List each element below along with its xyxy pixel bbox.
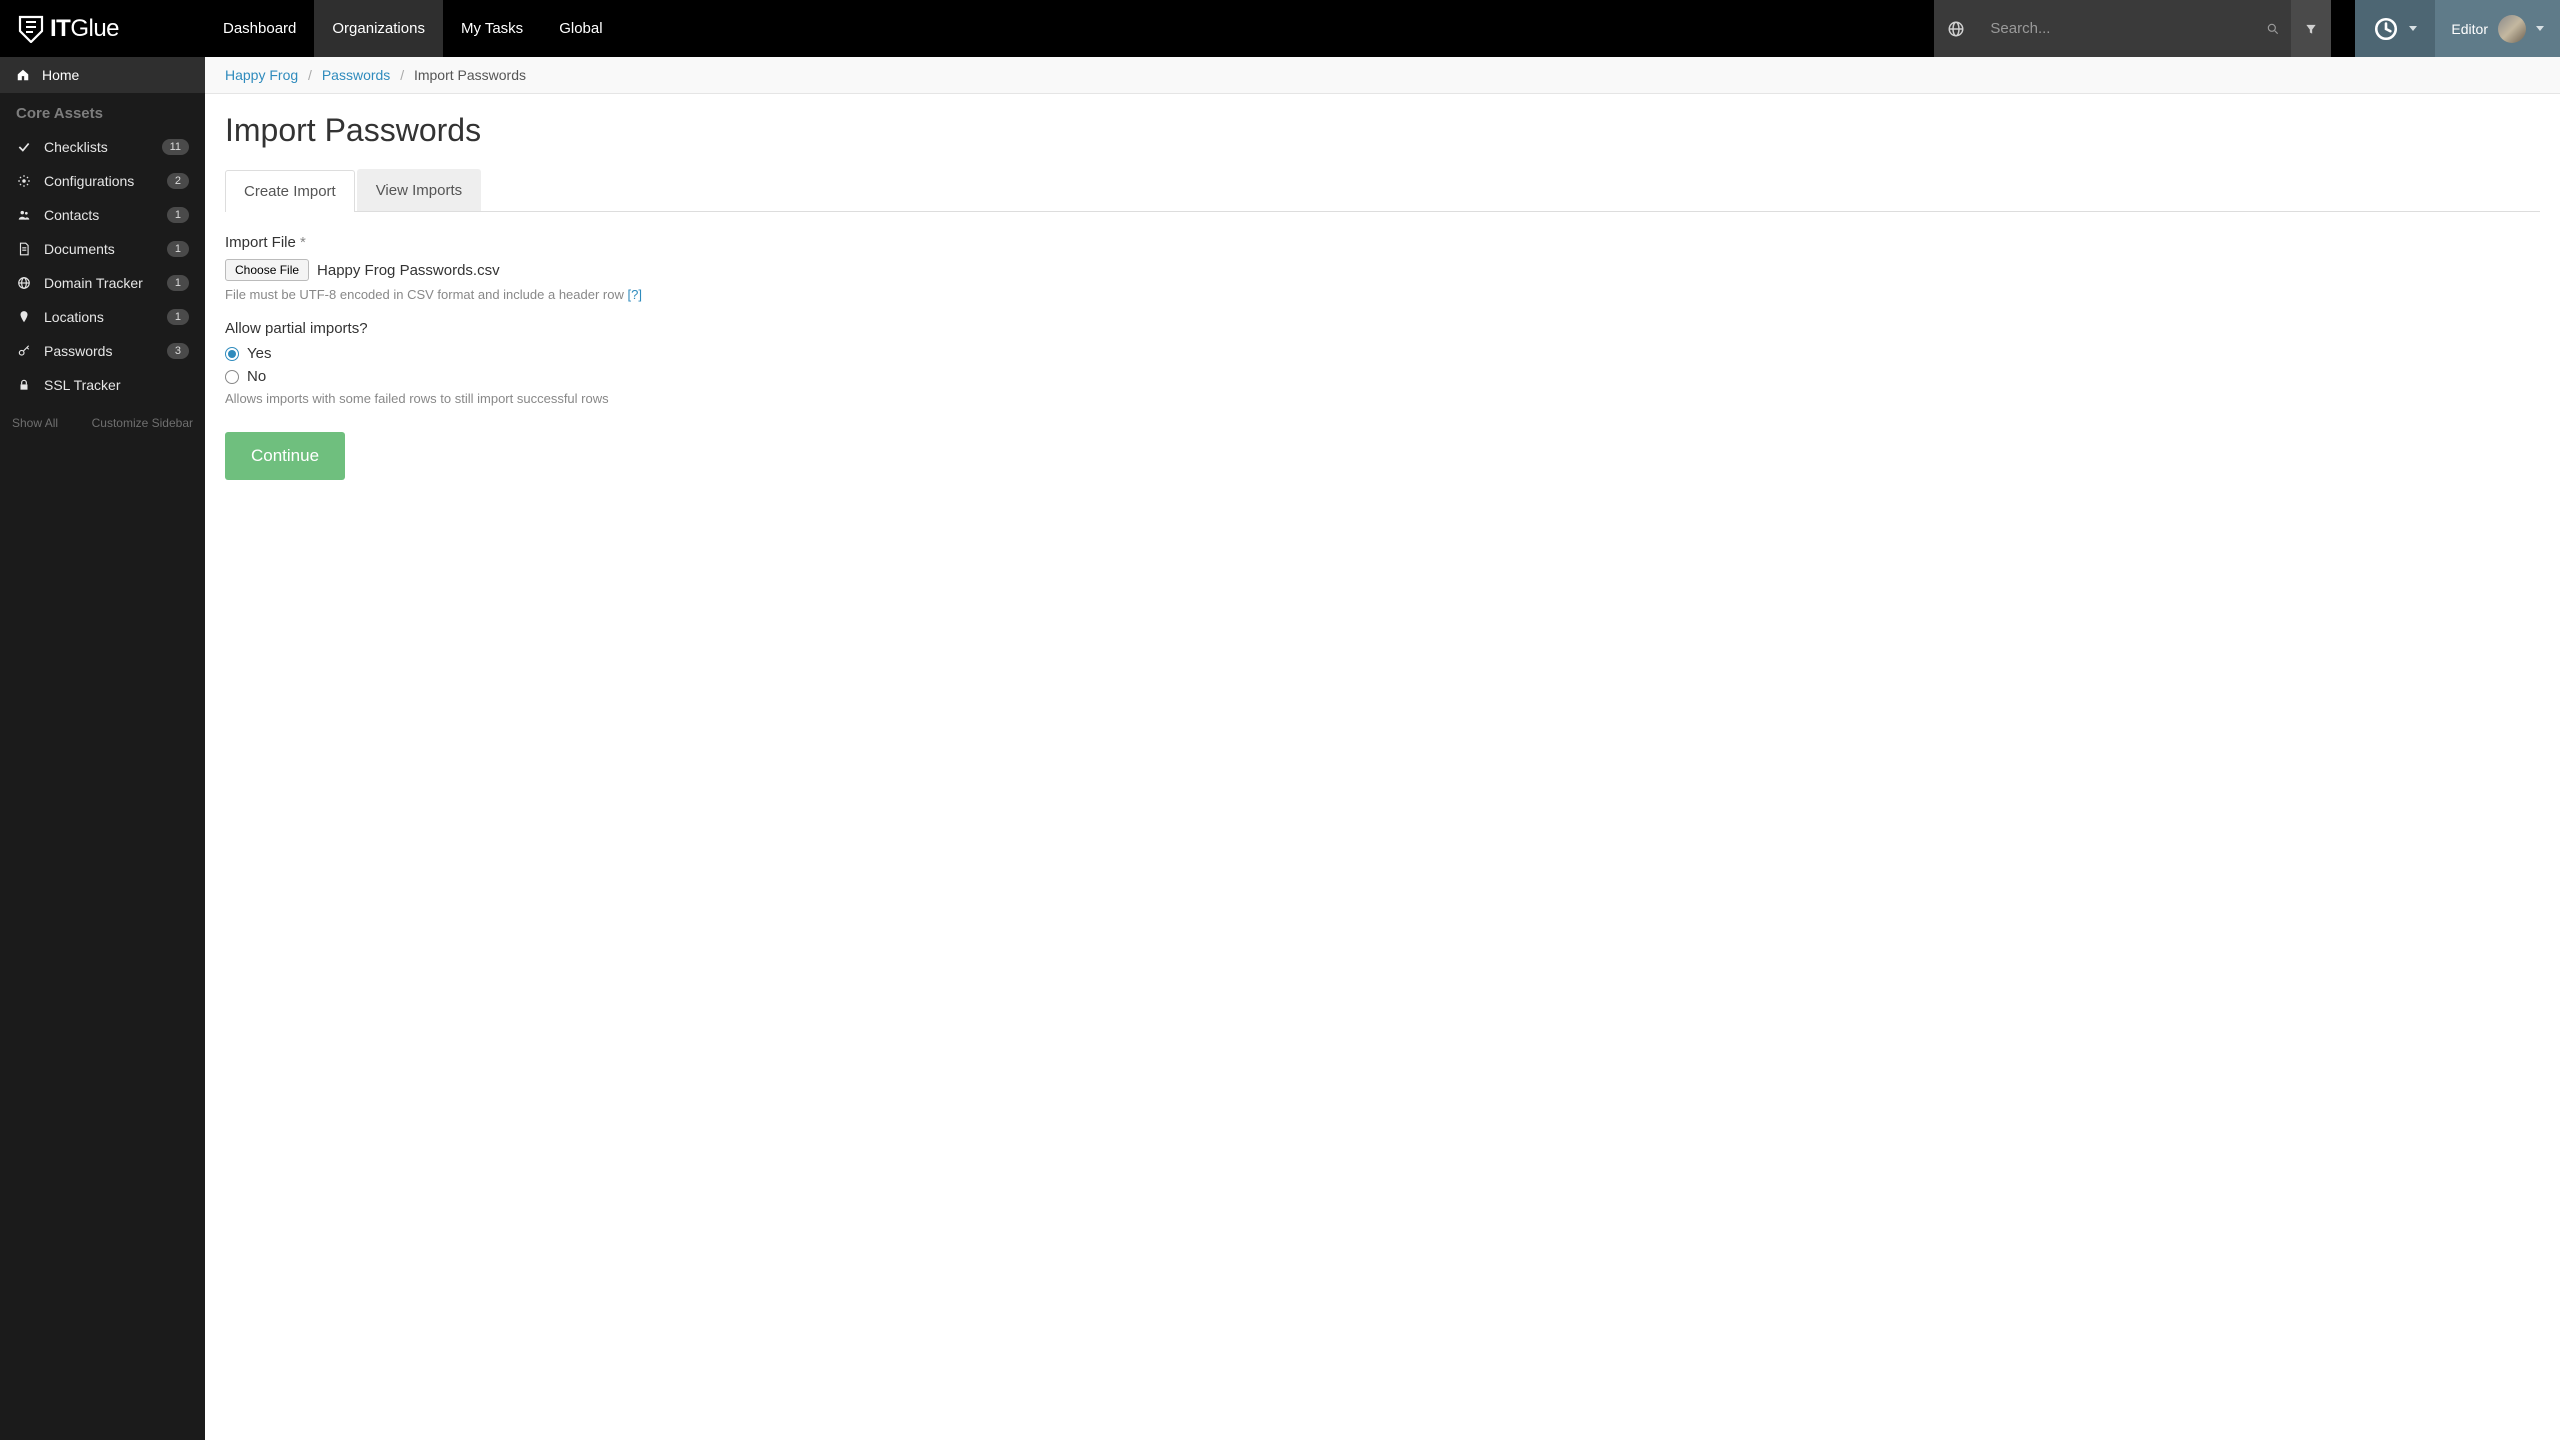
chevron-down-icon — [2409, 26, 2417, 31]
breadcrumb-separator: / — [400, 67, 404, 83]
nav-my-tasks[interactable]: My Tasks — [443, 0, 541, 57]
count-badge: 11 — [162, 139, 189, 155]
shield-logo-icon — [18, 15, 44, 43]
sidebar-item-passwords[interactable]: Passwords 3 — [0, 334, 205, 368]
count-badge: 1 — [167, 309, 189, 325]
pin-icon — [17, 310, 31, 324]
count-badge: 2 — [167, 173, 189, 189]
partial-imports-label: Allow partial imports? — [225, 320, 2540, 337]
filter-icon — [2304, 22, 2318, 36]
sidebar: Home Core Assets Checklists 11 Configura… — [0, 57, 205, 1440]
sidebar-item-label: SSL Tracker — [44, 377, 189, 393]
radio-icon — [225, 347, 239, 361]
sidebar-footer: Show All Customize Sidebar — [0, 402, 205, 444]
document-icon — [17, 242, 31, 256]
breadcrumb-current: Import Passwords — [414, 67, 526, 83]
sidebar-item-label: Passwords — [44, 343, 155, 359]
partial-imports-group: Allow partial imports? Yes No Allows imp… — [225, 320, 2540, 406]
sidebar-item-label: Documents — [44, 241, 155, 257]
search-icon — [2266, 22, 2280, 36]
key-icon — [17, 344, 31, 358]
nav-organizations[interactable]: Organizations — [314, 0, 443, 57]
sidebar-item-label: Configurations — [44, 173, 155, 189]
sidebar-item-label: Checklists — [44, 139, 150, 155]
count-badge: 1 — [167, 241, 189, 257]
breadcrumb-separator: / — [308, 67, 312, 83]
sidebar-item-label: Contacts — [44, 207, 155, 223]
clock-icon — [2373, 16, 2399, 42]
sidebar-home-label: Home — [42, 67, 79, 83]
breadcrumb-section[interactable]: Passwords — [322, 67, 390, 83]
radio-icon — [225, 370, 239, 384]
radio-label: Yes — [247, 345, 271, 362]
required-mark: * — [300, 234, 306, 251]
sidebar-item-label: Locations — [44, 309, 155, 325]
count-badge: 1 — [167, 207, 189, 223]
sidebar-section-title: Core Assets — [0, 93, 205, 130]
import-file-label: Import File * — [225, 234, 2540, 251]
home-icon — [16, 68, 30, 82]
gear-icon — [17, 174, 31, 188]
sidebar-item-domain-tracker[interactable]: Domain Tracker 1 — [0, 266, 205, 300]
activity-dropdown[interactable] — [2355, 0, 2435, 57]
selected-file-name: Happy Frog Passwords.csv — [317, 262, 500, 279]
radio-label: No — [247, 368, 266, 385]
sidebar-item-locations[interactable]: Locations 1 — [0, 300, 205, 334]
users-icon — [17, 208, 31, 222]
customize-sidebar-link[interactable]: Customize Sidebar — [92, 416, 193, 430]
tabs: Create Import View Imports — [225, 169, 2540, 212]
help-link[interactable]: [?] — [627, 287, 641, 302]
search-input[interactable] — [1978, 20, 2255, 37]
sidebar-home[interactable]: Home — [0, 57, 205, 93]
user-menu[interactable]: Editor — [2435, 0, 2560, 57]
search-box — [1978, 0, 2291, 57]
sidebar-item-label: Domain Tracker — [44, 275, 155, 291]
lock-icon — [17, 378, 31, 392]
global-scope-button[interactable] — [1934, 0, 1978, 57]
globe-icon — [17, 276, 31, 290]
main-content: Happy Frog / Passwords / Import Password… — [205, 57, 2560, 1440]
brand-logo[interactable]: ITGlue — [0, 0, 205, 57]
breadcrumb-org[interactable]: Happy Frog — [225, 67, 298, 83]
import-file-help: File must be UTF-8 encoded in CSV format… — [225, 287, 2540, 302]
brand-text: ITGlue — [50, 15, 119, 43]
tab-view-imports[interactable]: View Imports — [357, 169, 481, 211]
count-badge: 3 — [167, 343, 189, 359]
check-icon — [17, 140, 31, 154]
nav-dashboard[interactable]: Dashboard — [205, 0, 314, 57]
search-filter-button[interactable] — [2291, 0, 2331, 57]
top-nav: ITGlue Dashboard Organizations My Tasks … — [0, 0, 2560, 57]
page-title: Import Passwords — [225, 112, 2540, 149]
count-badge: 1 — [167, 275, 189, 291]
tab-create-import[interactable]: Create Import — [225, 170, 355, 212]
partial-imports-help: Allows imports with some failed rows to … — [225, 391, 2540, 406]
show-all-link[interactable]: Show All — [12, 416, 58, 430]
nav-global[interactable]: Global — [541, 0, 620, 57]
globe-icon — [1947, 20, 1965, 38]
breadcrumbs: Happy Frog / Passwords / Import Password… — [205, 57, 2560, 94]
nav-links: Dashboard Organizations My Tasks Global — [205, 0, 621, 57]
avatar — [2498, 15, 2526, 43]
sidebar-item-documents[interactable]: Documents 1 — [0, 232, 205, 266]
sidebar-item-checklists[interactable]: Checklists 11 — [0, 130, 205, 164]
user-role-label: Editor — [2451, 21, 2488, 37]
chevron-down-icon — [2536, 26, 2544, 31]
radio-yes[interactable]: Yes — [225, 345, 2540, 362]
sidebar-item-contacts[interactable]: Contacts 1 — [0, 198, 205, 232]
radio-no[interactable]: No — [225, 368, 2540, 385]
import-file-group: Import File * Choose File Happy Frog Pas… — [225, 234, 2540, 302]
sidebar-item-configurations[interactable]: Configurations 2 — [0, 164, 205, 198]
continue-button[interactable]: Continue — [225, 432, 345, 480]
sidebar-item-ssl-tracker[interactable]: SSL Tracker — [0, 368, 205, 402]
choose-file-button[interactable]: Choose File — [225, 259, 309, 281]
search-button[interactable] — [2255, 22, 2291, 36]
